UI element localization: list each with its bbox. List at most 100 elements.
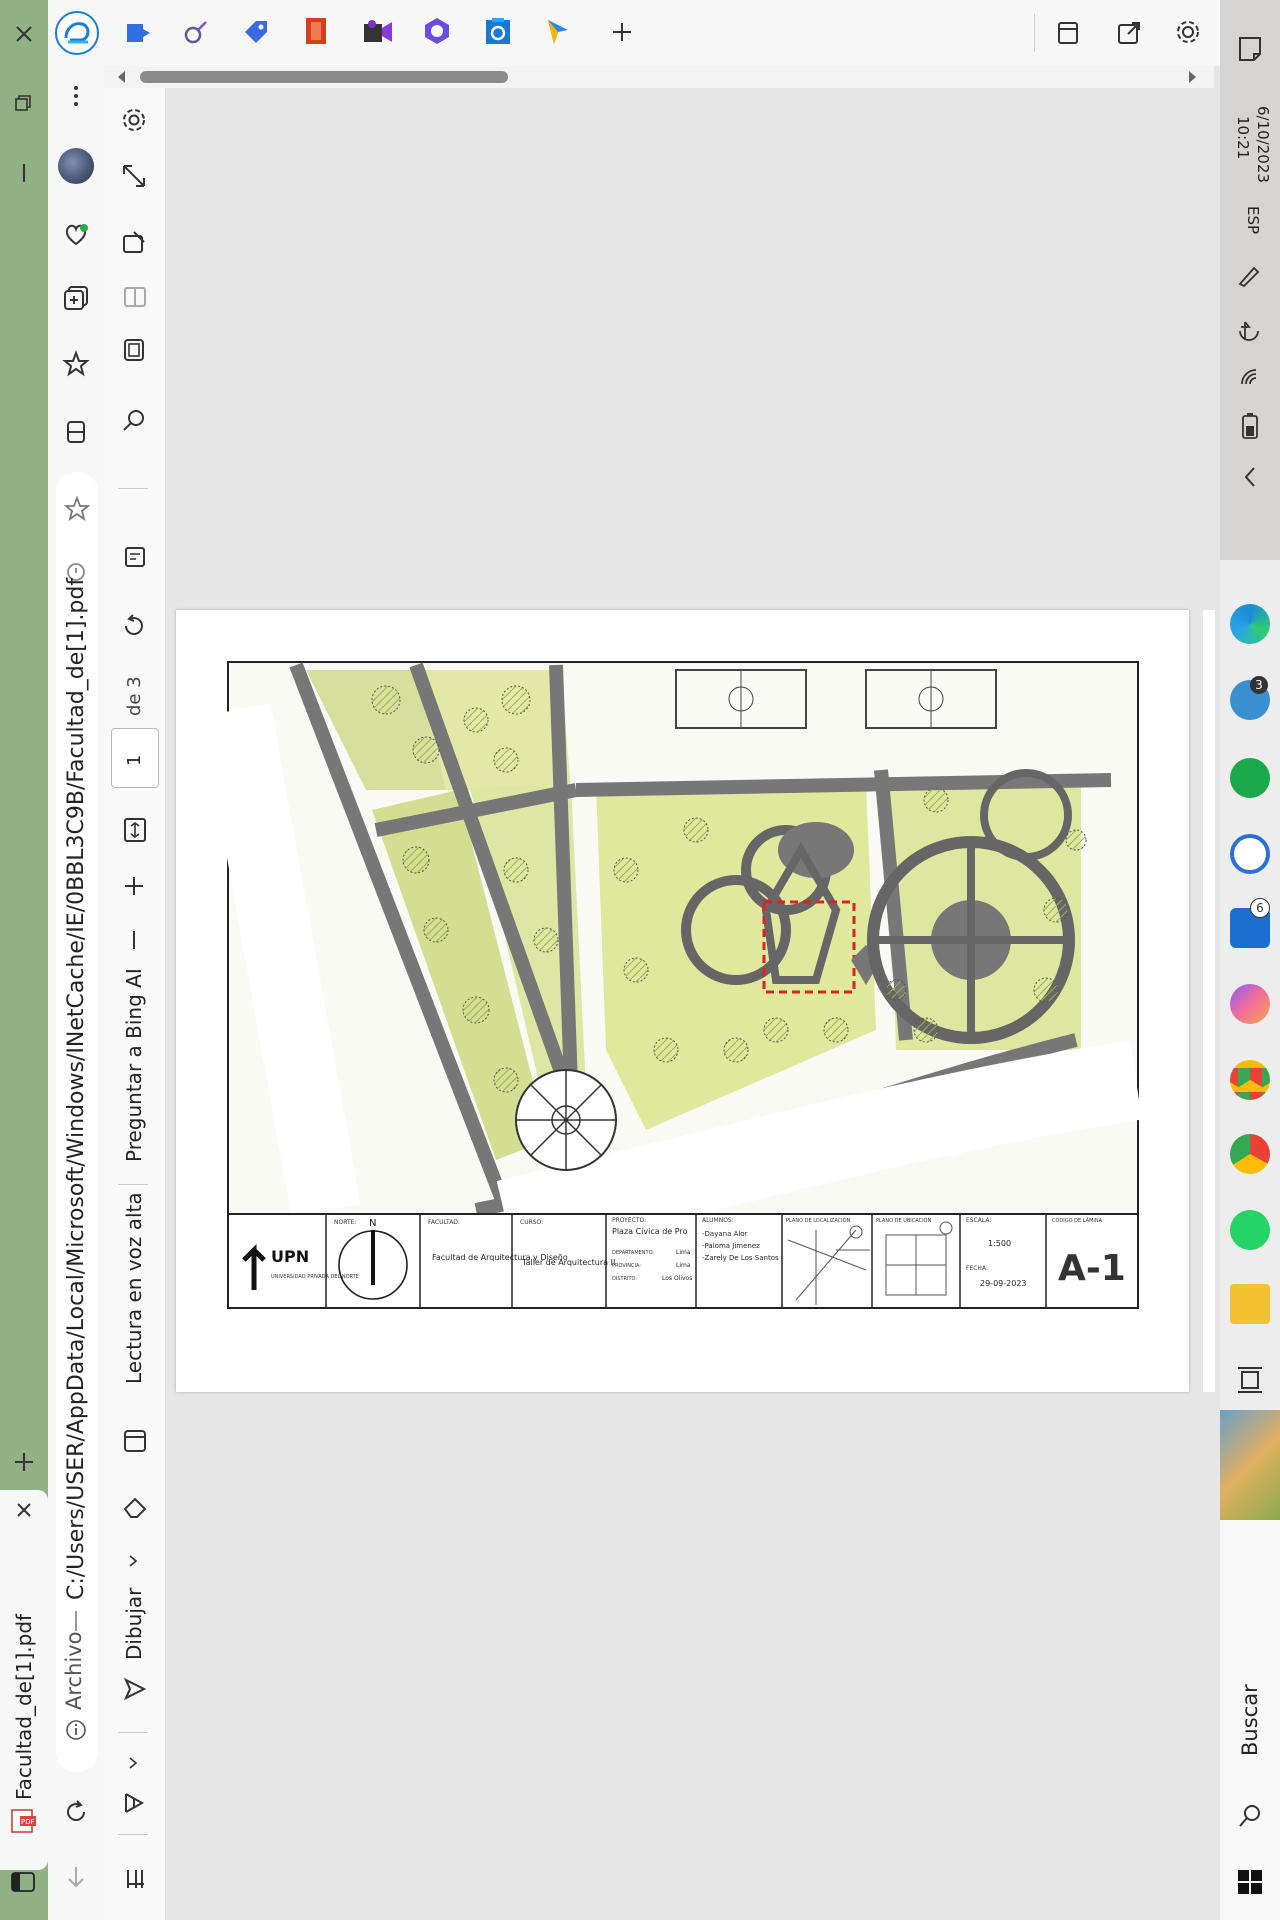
address-info-label[interactable]: Archivo — [62, 1631, 86, 1710]
pdf-settings-gear-icon[interactable] — [120, 106, 148, 134]
taskbar-copilot-icon[interactable] — [1230, 984, 1270, 1024]
taskbar-clock-app-icon[interactable] — [1230, 834, 1270, 874]
collections-icon[interactable] — [62, 284, 90, 312]
battery-icon[interactable] — [1240, 412, 1260, 440]
shopping-tag-icon[interactable] — [242, 18, 270, 46]
province-value: Lima — [676, 1262, 691, 1269]
minimize-window-icon[interactable] — [22, 164, 26, 182]
draw-pen-icon[interactable] — [122, 1676, 148, 1702]
taskbar-spotify-icon[interactable] — [1230, 758, 1270, 798]
bing-maps-icon[interactable] — [544, 16, 572, 46]
student-2: -Paloma Jimenez — [702, 1242, 760, 1250]
scroll-right-arrow-icon[interactable] — [1188, 70, 1198, 84]
logo-text: UPN — [271, 1247, 309, 1266]
sheet-code-header: CÓDIGO DE LÁMINA — [1052, 1217, 1103, 1224]
close-window-icon[interactable] — [12, 22, 36, 46]
scroll-left-arrow-icon[interactable] — [116, 70, 126, 84]
site-plan-header: PLANO DE UBICACIÓN — [876, 1217, 931, 1224]
scrollbar-thumb[interactable] — [140, 71, 508, 83]
browser-top-toolbar — [48, 0, 1220, 66]
read-aloud-label[interactable]: Lectura en voz alta — [122, 1192, 146, 1384]
browser-essentials-icon[interactable] — [62, 220, 90, 248]
refresh-icon[interactable] — [62, 1798, 90, 1826]
info-circle-icon[interactable] — [64, 1718, 88, 1742]
chevron-down-icon[interactable] — [128, 1554, 140, 1568]
back-arrow-icon[interactable] — [64, 1864, 88, 1890]
taskbar-search-label[interactable]: Buscar — [1238, 1684, 1262, 1756]
scale-header: ESCALA: — [966, 1217, 991, 1224]
next-pdf-page-edge — [1203, 610, 1215, 1392]
course-header: CURSO: — [520, 1219, 543, 1226]
zoom-in-icon[interactable] — [122, 874, 146, 898]
district-label: DISTRITO: — [612, 1276, 637, 1282]
close-tab-icon[interactable] — [14, 1500, 34, 1520]
course-name: Taller de Arquitectura II — [521, 1258, 615, 1267]
clock-date[interactable]: 6/10/2023 — [1254, 106, 1272, 183]
task-view-icon[interactable] — [1236, 1366, 1264, 1394]
restore-window-icon[interactable] — [14, 94, 32, 112]
input-language[interactable]: ESP — [1244, 206, 1262, 234]
more-options-icon[interactable] — [70, 84, 82, 108]
show-hidden-icons-chevron-icon[interactable] — [1240, 464, 1260, 490]
pdf-file-icon: PDF — [10, 1808, 38, 1834]
add-favorite-star-icon[interactable] — [64, 496, 90, 522]
address-path[interactable]: C:/Users/USER/AppData/Local/Microsoft/Wi… — [64, 578, 89, 1600]
edge-copilot-icon[interactable] — [54, 10, 100, 56]
fullscreen-icon[interactable] — [120, 162, 148, 190]
draw-label[interactable]: Dibujar — [122, 1588, 146, 1660]
copilot-hex-icon[interactable] — [422, 16, 452, 46]
ask-bing-label[interactable]: Preguntar a Bing AI — [122, 968, 146, 1162]
save-as-icon[interactable] — [120, 228, 148, 256]
add-text-icon[interactable] — [124, 1866, 148, 1892]
tab-title[interactable]: Facultad_de[1].pdf — [12, 1614, 36, 1800]
clock-time[interactable]: 10:21 — [1234, 116, 1252, 159]
discover-icon[interactable] — [124, 20, 152, 46]
rotate-icon[interactable] — [120, 612, 148, 640]
search-magnifier-icon[interactable] — [182, 18, 210, 46]
start-windows-icon[interactable] — [1236, 1868, 1264, 1896]
split-screen-icon[interactable] — [1056, 20, 1080, 46]
fit-page-icon[interactable] — [122, 816, 148, 844]
zoom-out-icon[interactable] — [130, 928, 138, 952]
open-external-icon[interactable] — [1116, 20, 1142, 46]
pen-menu-icon[interactable] — [1236, 262, 1262, 288]
project-header: PROYECTO: — [612, 1217, 646, 1224]
location-plan-header: PLANO DE LOCALIZACIÓN — [786, 1217, 851, 1224]
date-header: FECHA: — [966, 1265, 988, 1272]
print-icon[interactable] — [120, 336, 148, 364]
widgets-weather-image[interactable] — [1220, 1410, 1280, 1520]
pdf-page: UPN UNIVERSIDAD PRIVADA DEL NORTE NORTE:… — [176, 610, 1189, 1392]
read-aloud-icon[interactable] — [122, 1428, 148, 1454]
taskbar-file-explorer-icon[interactable] — [1230, 1284, 1270, 1324]
page-properties-icon[interactable] — [122, 544, 148, 570]
erase-icon[interactable] — [122, 1494, 148, 1520]
highlight-icon[interactable] — [122, 1790, 148, 1816]
page-current-value[interactable]: 1 — [124, 755, 145, 766]
taskbar-edge-icon[interactable] — [1230, 604, 1270, 644]
project-name: Plaza Cívica de Pro — [612, 1227, 688, 1236]
notification-badge: 6 — [1250, 898, 1270, 918]
chevron-down-icon[interactable] — [128, 1756, 140, 1770]
taskbar-chrome-profile-icon[interactable] — [1230, 1134, 1270, 1174]
avatar[interactable] — [58, 148, 94, 184]
taskbar-search-icon[interactable] — [1236, 1802, 1264, 1830]
sidebar-toggle-icon[interactable] — [10, 1870, 36, 1894]
clipchamp-icon[interactable] — [362, 18, 394, 46]
vertical-tabs-icon[interactable] — [62, 418, 90, 446]
search-icon[interactable] — [120, 406, 148, 434]
new-tab-icon[interactable] — [12, 1450, 36, 1474]
volume-icon[interactable] — [1236, 318, 1262, 344]
favorites-star-icon[interactable] — [62, 350, 90, 378]
date-value: 29-09-2023 — [980, 1279, 1027, 1288]
student-3: -Zarely De Los Santos — [702, 1254, 779, 1262]
outlook-icon[interactable] — [484, 16, 512, 46]
north-letter: N — [369, 1218, 376, 1229]
taskbar-whatsapp-icon[interactable] — [1230, 1210, 1270, 1250]
wifi-icon[interactable] — [1236, 362, 1262, 388]
office-icon[interactable] — [304, 16, 328, 46]
notification-center-icon[interactable] — [1236, 34, 1264, 64]
settings-gear-icon[interactable] — [1174, 18, 1202, 46]
taskbar-chrome-icon[interactable] — [1230, 1060, 1270, 1100]
add-sidebar-app-icon[interactable] — [610, 20, 634, 44]
toolbar-separator — [118, 1184, 148, 1185]
